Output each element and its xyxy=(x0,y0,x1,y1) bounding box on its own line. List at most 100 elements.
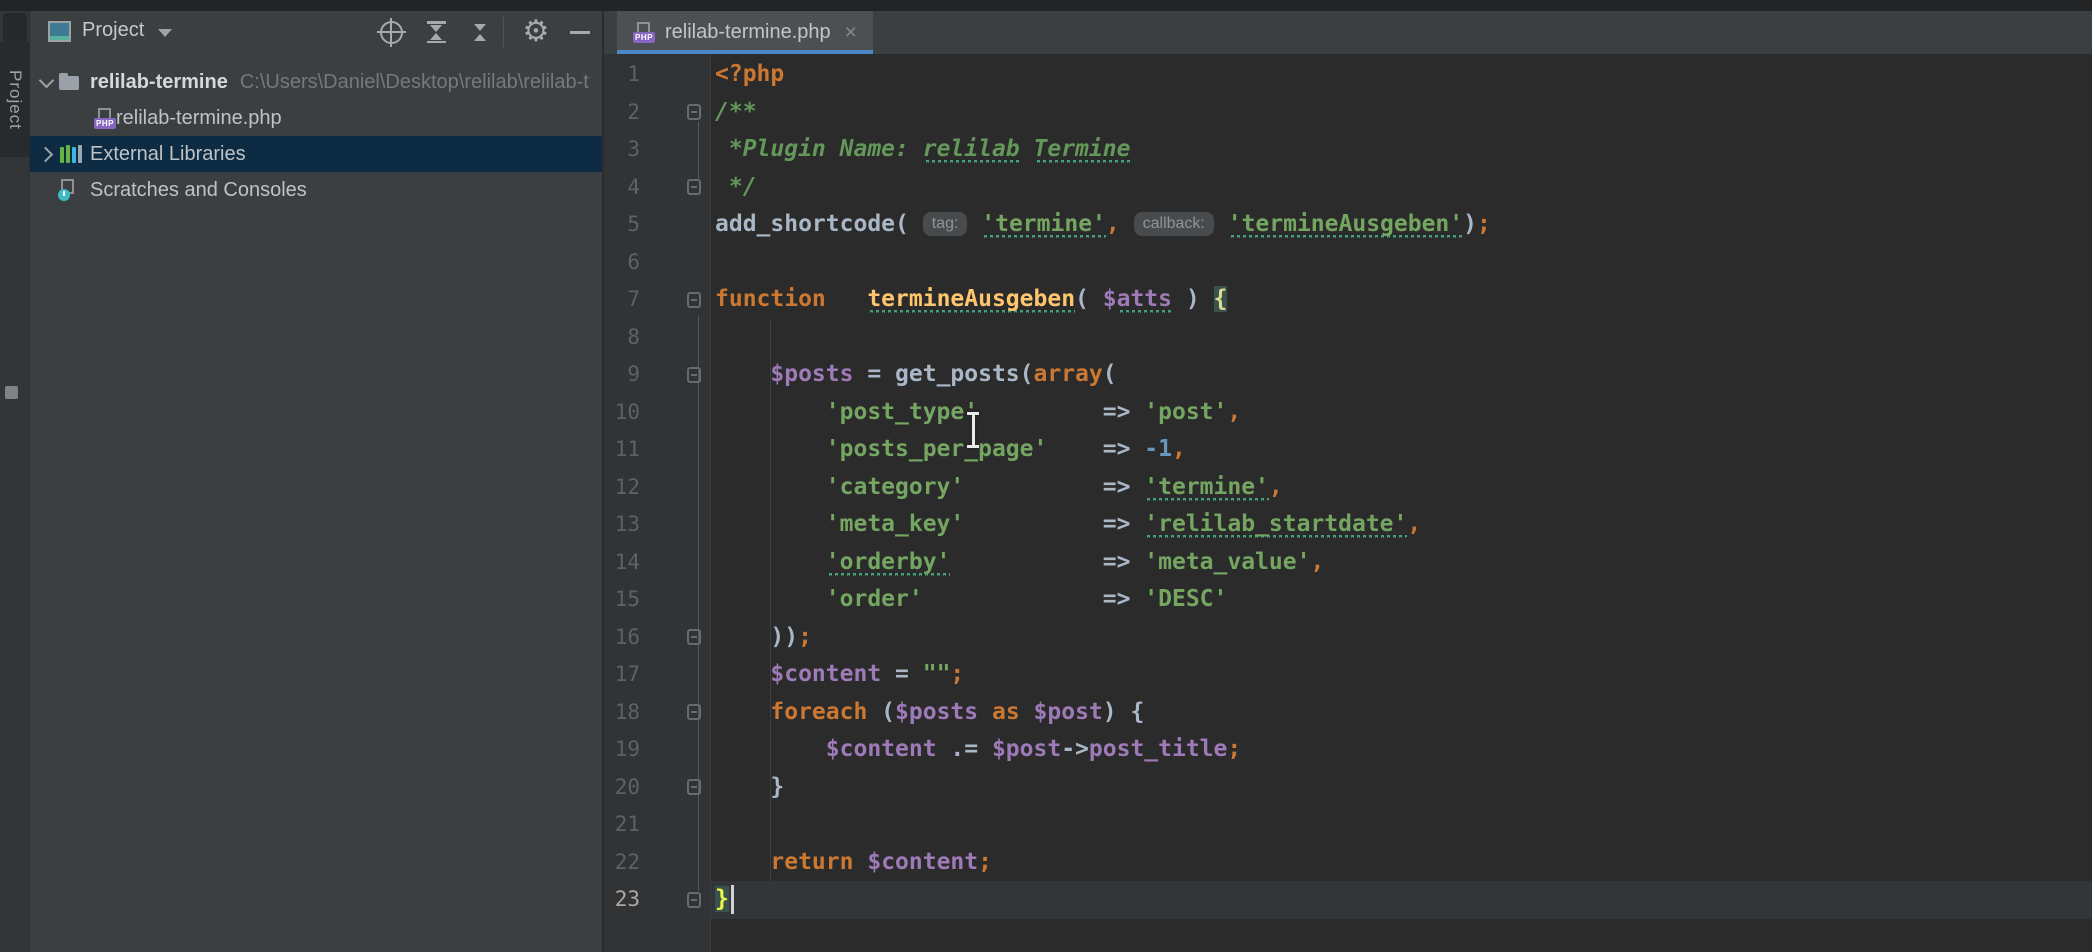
code-line-22[interactable]: 22 return $content; xyxy=(604,844,2092,882)
fold-marker-up[interactable] xyxy=(687,779,701,795)
code-token: ) { xyxy=(1103,699,1145,725)
code-line-17[interactable]: 17 $content = ""; xyxy=(604,656,2092,694)
code-token xyxy=(715,736,826,762)
line-number: 3 xyxy=(604,131,640,169)
fold-marker-up[interactable] xyxy=(687,892,701,908)
tree-row-external-libraries[interactable]: External Libraries xyxy=(30,136,602,172)
chevron-collapsed-icon[interactable] xyxy=(36,143,58,165)
fold-marker-up[interactable] xyxy=(687,179,701,195)
code-token xyxy=(715,361,770,387)
code-line-3[interactable]: 3 *Plugin Name: relilab Termine xyxy=(604,131,2092,169)
code-line-21[interactable]: 21 xyxy=(604,806,2092,844)
code-viewport[interactable]: 1<?php2/**3 *Plugin Name: relilab Termin… xyxy=(604,54,2092,952)
tree-row-file[interactable]: PHPrelilab-termine.php xyxy=(30,100,602,136)
code-text: )); xyxy=(711,619,2092,657)
settings-gear-icon[interactable]: ⚙ xyxy=(521,19,551,45)
gutter-cell: 3 xyxy=(604,131,711,169)
code-token: ; xyxy=(1227,736,1241,762)
code-token: ; xyxy=(1477,211,1491,237)
code-line-6[interactable]: 6 xyxy=(604,244,2092,282)
line-number: 8 xyxy=(604,319,640,357)
gutter-cell: 15 xyxy=(604,581,711,619)
tab-relilab-termine-php[interactable]: PHP relilab-termine.php × xyxy=(617,11,873,54)
fold-marker-down[interactable] xyxy=(687,367,701,383)
fold-marker-up[interactable] xyxy=(687,629,701,645)
code-token xyxy=(978,699,992,725)
code-line-20[interactable]: 20 } xyxy=(604,769,2092,807)
code-line-19[interactable]: 19 $content .= $post->post_title; xyxy=(604,731,2092,769)
code-line-13[interactable]: 13 'meta_key' => 'relilab_startdate', xyxy=(604,506,2092,544)
code-text: $content .= $post->post_title; xyxy=(711,731,2092,769)
code-token: ( xyxy=(1103,361,1117,387)
code-line-8[interactable]: 8 xyxy=(604,319,2092,357)
tree-row-scratches[interactable]: Scratches and Consoles xyxy=(30,172,602,208)
collapse-all-button[interactable] xyxy=(465,19,495,45)
code-line-16[interactable]: 16 )); xyxy=(604,619,2092,657)
code-token: Termine xyxy=(1034,136,1131,163)
chevron-expanded-icon[interactable] xyxy=(36,71,58,93)
stripe-button-project[interactable]: Project xyxy=(0,42,30,157)
tab-close-icon[interactable]: × xyxy=(845,21,857,45)
code-text: 'category' => 'termine', xyxy=(711,469,2092,507)
gutter-cell: 8 xyxy=(604,319,711,357)
gutter-cell: 9 xyxy=(604,356,711,394)
code-line-14[interactable]: 14 'orderby' => 'meta_value', xyxy=(604,544,2092,582)
code-token: array xyxy=(1034,361,1103,387)
code-token: $content xyxy=(826,736,937,762)
code-line-5[interactable]: 5add_shortcode( tag: 'termine', callback… xyxy=(604,206,2092,244)
code-text: 'orderby' => 'meta_value', xyxy=(711,544,2092,582)
folder-icon xyxy=(58,71,82,93)
code-token: 'termineAusgeben' xyxy=(1228,211,1463,238)
project-view-icon xyxy=(48,21,71,42)
code-token: ) xyxy=(1172,286,1214,312)
code-text: 'meta_key' => 'relilab_startdate', xyxy=(711,506,2092,544)
code-token: ( xyxy=(867,699,895,725)
chevron-down-icon[interactable] xyxy=(158,29,172,37)
code-token: 'termine' xyxy=(981,211,1106,238)
code-token: /** xyxy=(715,99,757,125)
code-text: } xyxy=(711,769,2092,807)
expand-all-button[interactable] xyxy=(421,19,451,45)
code-token: post_title xyxy=(1089,736,1227,762)
hide-panel-button[interactable] xyxy=(565,19,595,45)
code-line-23[interactable]: 23} xyxy=(604,881,2092,919)
code-line-10[interactable]: 10 'post_type' => 'post', xyxy=(604,394,2092,432)
code-token: ; xyxy=(798,624,812,650)
code-token: "" xyxy=(923,661,951,687)
line-number: 22 xyxy=(604,844,640,882)
code-text: /** xyxy=(711,94,2092,132)
project-panel-title[interactable]: Project xyxy=(82,19,144,42)
code-line-2[interactable]: 2/** xyxy=(604,94,2092,132)
gutter-cell: 1 xyxy=(604,56,711,94)
code-line-18[interactable]: 18 foreach ($posts as $post) { xyxy=(604,694,2092,732)
line-number: 11 xyxy=(604,431,640,469)
project-panel: Project ⚙ relilab-termineC:\Users\Daniel… xyxy=(30,11,603,952)
target-icon xyxy=(380,21,403,44)
locate-file-button[interactable] xyxy=(376,19,406,45)
code-text: function termineAusgeben( $atts ) { xyxy=(711,281,2092,319)
project-panel-header: Project ⚙ xyxy=(30,11,602,53)
code-token: , xyxy=(1269,474,1283,500)
fold-marker-down[interactable] xyxy=(687,292,701,308)
code-line-11[interactable]: 11 'posts_per_page' => -1, xyxy=(604,431,2092,469)
php-file-icon: PHP xyxy=(633,22,655,43)
code-line-4[interactable]: 4 */ xyxy=(604,169,2092,207)
code-line-1[interactable]: 1<?php xyxy=(604,56,2092,94)
code-token: 'meta_value' xyxy=(1144,549,1310,575)
tree-row-root[interactable]: relilab-termineC:\Users\Daniel\Desktop\r… xyxy=(30,64,602,100)
stripe-structure-icon[interactable] xyxy=(5,386,18,399)
gutter-cell: 10 xyxy=(604,394,711,432)
fold-marker-down[interactable] xyxy=(687,104,701,120)
code-token: 'meta_key' xyxy=(826,511,964,537)
gutter-cell: 18 xyxy=(604,694,711,732)
code-line-7[interactable]: 7 function termineAusgeben( $atts ) { xyxy=(604,281,2092,319)
fold-marker-down[interactable] xyxy=(687,704,701,720)
code-line-15[interactable]: 15 'order' => 'DESC' xyxy=(604,581,2092,619)
code-line-12[interactable]: 12 'category' => 'termine', xyxy=(604,469,2092,507)
code-line-9[interactable]: 9 $posts = get_posts(array( xyxy=(604,356,2092,394)
project-path: C:\Users\Daniel\Desktop\relilab\relilab-… xyxy=(240,71,589,94)
parameter-hint-chip: tag: xyxy=(923,212,968,236)
code-token: } xyxy=(715,886,729,912)
code-token xyxy=(1020,699,1034,725)
line-number: 7 xyxy=(604,281,640,319)
